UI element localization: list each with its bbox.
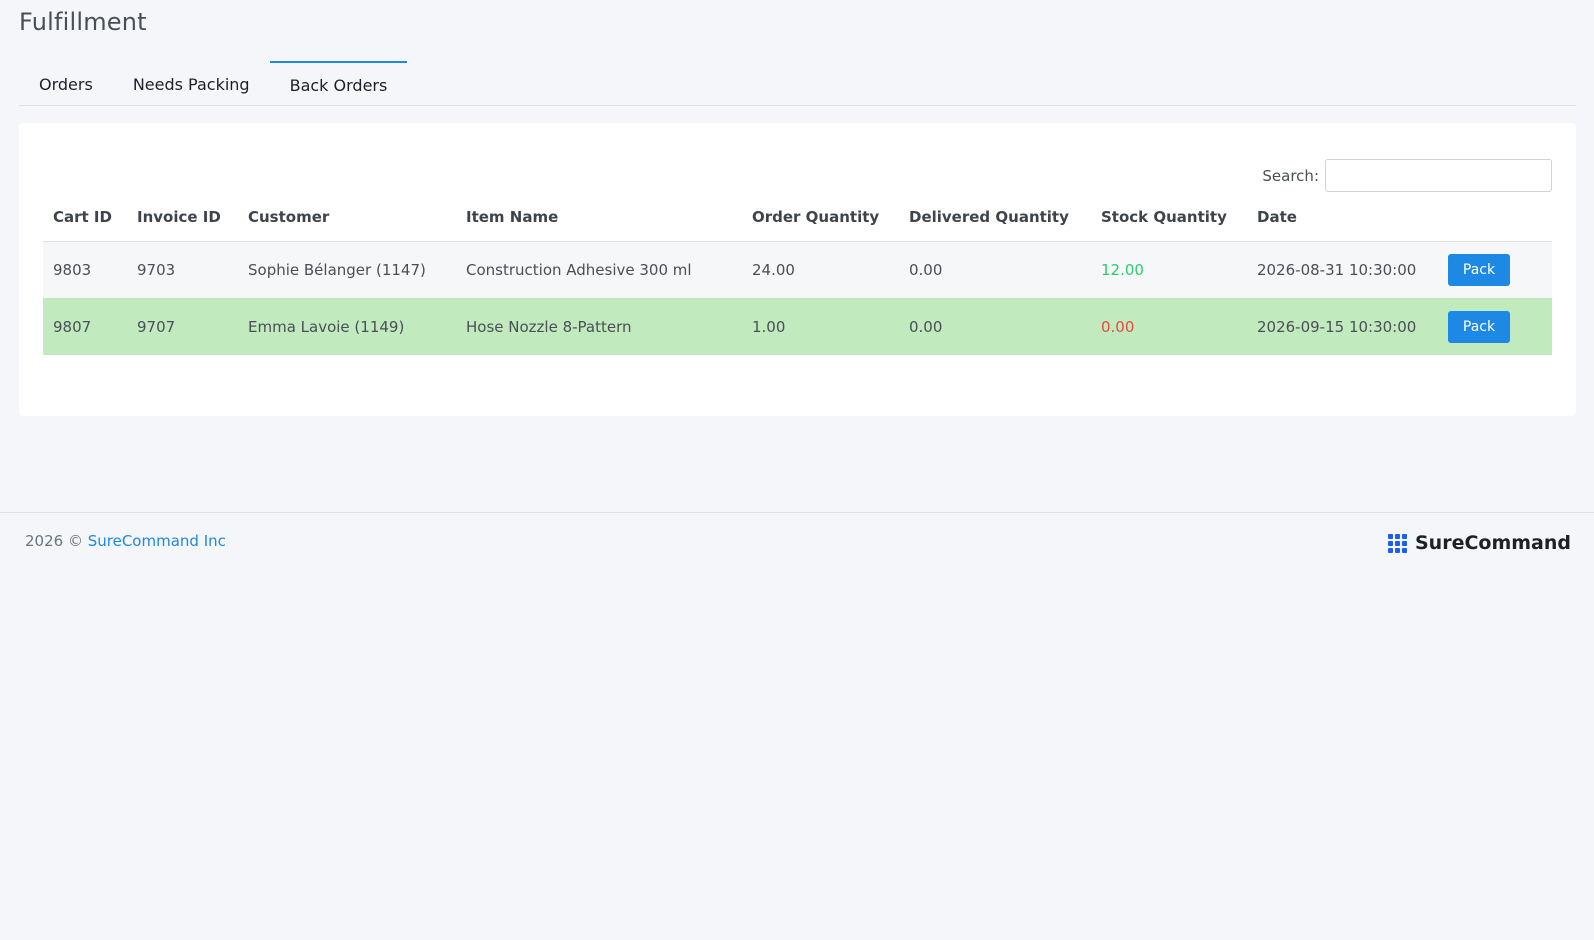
cell-action: Pack: [1438, 298, 1552, 355]
pack-button[interactable]: Pack: [1448, 310, 1510, 343]
cell-item-name: Construction Adhesive 300 ml: [456, 241, 742, 298]
copyright-text: 2026 ©: [25, 532, 83, 550]
cell-stock-quantity: 12.00: [1091, 241, 1247, 298]
search-container: Search:: [1262, 159, 1552, 192]
brand-name: SureCommand: [1414, 532, 1571, 554]
cell-delivered-quantity: 0.00: [899, 298, 1091, 355]
company-link[interactable]: SureCommand Inc: [88, 532, 226, 550]
cell-action: Pack: [1438, 241, 1552, 298]
cell-invoice-id: 9707: [127, 298, 238, 355]
back-orders-card: Search: Cart ID Invoice ID Customer Item…: [19, 123, 1576, 416]
tab-orders[interactable]: Orders: [19, 61, 113, 106]
table-row: 9807 9707 Emma Lavoie (1149) Hose Nozzle…: [43, 298, 1552, 355]
tab-back-orders[interactable]: Back Orders: [269, 61, 408, 106]
col-customer[interactable]: Customer: [238, 193, 456, 242]
tab-needs-packing[interactable]: Needs Packing: [113, 61, 270, 106]
cell-invoice-id: 9703: [127, 241, 238, 298]
cell-date: 2026-08-31 10:30:00: [1247, 241, 1438, 298]
page-title: Fulfillment: [19, 8, 147, 36]
cell-customer: Emma Lavoie (1149): [238, 298, 456, 355]
brand-logo: SureCommand: [1387, 532, 1571, 554]
col-action: [1438, 193, 1552, 242]
search-input[interactable]: [1325, 159, 1552, 192]
cell-cart-id: 9803: [43, 241, 127, 298]
cell-delivered-quantity: 0.00: [899, 241, 1091, 298]
tab-bar: Orders Needs Packing Back Orders: [19, 61, 1576, 106]
col-invoice-id[interactable]: Invoice ID: [127, 193, 238, 242]
col-delivered-quantity[interactable]: Delivered Quantity: [899, 193, 1091, 242]
cell-date: 2026-09-15 10:30:00: [1247, 298, 1438, 355]
back-orders-table: Cart ID Invoice ID Customer Item Name Or…: [43, 193, 1552, 355]
table-row: 9803 9703 Sophie Bélanger (1147) Constru…: [43, 241, 1552, 298]
cell-item-name: Hose Nozzle 8-Pattern: [456, 298, 742, 355]
pack-button[interactable]: Pack: [1448, 253, 1510, 286]
footer: 2026 © SureCommand Inc SureCommand: [0, 512, 1594, 572]
search-label: Search:: [1262, 166, 1319, 185]
cell-customer: Sophie Bélanger (1147): [238, 241, 456, 298]
col-stock-quantity[interactable]: Stock Quantity: [1091, 193, 1247, 242]
cell-order-quantity: 24.00: [742, 241, 899, 298]
cell-stock-quantity: 0.00: [1091, 298, 1247, 355]
col-item-name[interactable]: Item Name: [456, 193, 742, 242]
col-order-quantity[interactable]: Order Quantity: [742, 193, 899, 242]
cell-cart-id: 9807: [43, 298, 127, 355]
table-header-row: Cart ID Invoice ID Customer Item Name Or…: [43, 193, 1552, 242]
footer-copyright: 2026 © SureCommand Inc: [25, 532, 226, 550]
col-cart-id[interactable]: Cart ID: [43, 193, 127, 242]
col-date[interactable]: Date: [1247, 193, 1438, 242]
grid-logo-icon: [1387, 533, 1407, 553]
cell-order-quantity: 1.00: [742, 298, 899, 355]
